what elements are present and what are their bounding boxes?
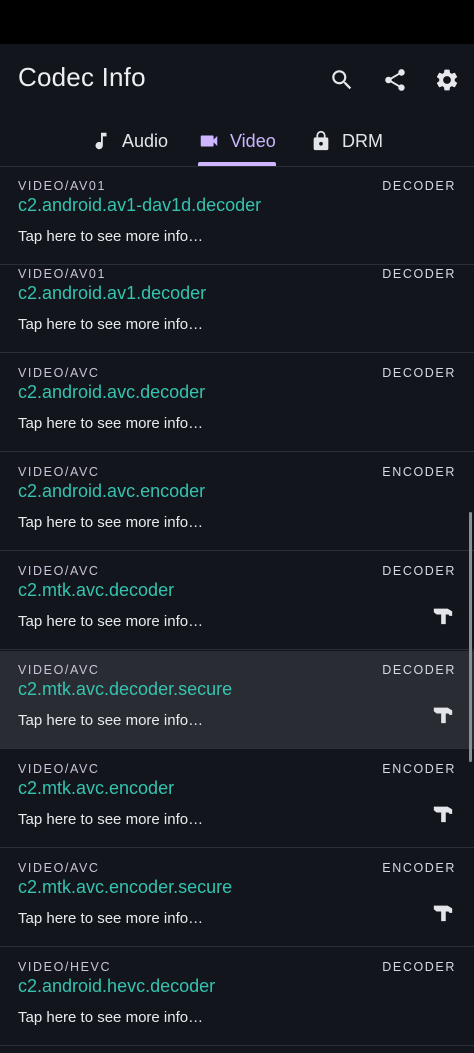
codec-kind: DECODER [382,564,456,578]
codec-name: c2.mtk.avc.decoder.secure [18,679,233,699]
codec-mime-type: VIDEO/AVC [18,564,100,578]
app-bar: Codec Info [0,44,474,116]
share-icon [385,69,405,91]
codec-name: c2.android.av1.decoder [18,283,207,303]
search-icon [332,70,352,90]
gear-icon [436,69,458,91]
tab-video[interactable]: Video [198,116,276,166]
codec-more-info-hint: Tap here to see more info… [18,415,204,432]
codec-mime-type: VIDEO/AVC [18,465,100,479]
tab-drm[interactable]: DRM [310,116,383,166]
status-bar [0,0,474,44]
codec-name: c2.android.av1-dav1d.decoder [18,195,262,215]
codec-list-item[interactable]: VIDEO/AVC ENCODER c2.android.avc.encoder… [0,453,474,551]
codec-type-tabs: Audio Video DRM [0,116,474,167]
codec-more-info-hint: Tap here to see more info… [18,613,204,630]
codec-mime-type: VIDEO/AVC [18,861,100,875]
codec-mime-type: VIDEO/HEVC [18,960,112,974]
codec-kind: DECODER [382,663,456,677]
codec-name: c2.mtk.avc.encoder [18,778,175,798]
codec-list-item[interactable]: VIDEO/HEVC DECODER c2.android.hevc.decod… [0,948,474,1046]
codec-list-item[interactable]: VIDEO/AV01 DECODER c2.android.av1.decode… [0,255,474,353]
codec-mime-type: VIDEO/AVC [18,663,100,677]
video-camera-icon [200,135,218,147]
codec-more-info-hint: Tap here to see more info… [18,712,204,729]
settings-button[interactable] [431,64,463,96]
scrollbar-thumb[interactable] [469,512,472,762]
codec-kind: ENCODER [382,465,456,479]
codec-mime-type: VIDEO/AVC [18,762,100,776]
selected-tab-indicator [198,162,276,166]
tab-audio-label: Audio [122,130,169,151]
codec-name: c2.android.hevc.decoder [18,976,216,996]
hardware-acceleration-icon [432,802,454,824]
share-button[interactable] [379,64,411,96]
codec-list-item[interactable]: VIDEO/AVC ENCODER c2.mtk.avc.encoder.sec… [0,849,474,947]
codec-more-info-hint: Tap here to see more info… [18,228,204,245]
codec-name: c2.android.avc.decoder [18,382,206,402]
music-note-icon [95,132,107,150]
codec-name: c2.android.avc.encoder [18,481,206,501]
codec-kind: ENCODER [382,762,456,776]
codec-kind: DECODER [382,179,456,193]
codec-more-info-hint: Tap here to see more info… [18,910,204,927]
codec-kind: DECODER [382,960,456,974]
codec-kind: DECODER [382,267,456,281]
lock-icon [313,130,329,151]
codec-mime-type: VIDEO/AV01 [18,179,107,193]
tab-drm-label: DRM [342,130,383,151]
codec-more-info-hint: Tap here to see more info… [18,514,204,531]
hardware-acceleration-icon [432,901,454,923]
app-title: Codec Info [18,62,146,92]
codec-list[interactable]: VIDEO/AV01 DECODER c2.android.av1-dav1d.… [0,167,474,1053]
codec-list-item[interactable]: VIDEO/AV01 DECODER c2.android.av1-dav1d.… [0,167,474,265]
codec-more-info-hint: Tap here to see more info… [18,811,204,828]
codec-list-item[interactable]: VIDEO/AVC DECODER c2.android.avc.decoder… [0,354,474,452]
codec-more-info-hint: Tap here to see more info… [18,316,204,333]
hardware-acceleration-icon [432,604,454,626]
codec-more-info-hint: Tap here to see more info… [18,1009,204,1026]
search-button[interactable] [326,64,358,96]
hardware-acceleration-icon [432,703,454,725]
codec-mime-type: VIDEO/AVC [18,366,100,380]
codec-name: c2.mtk.avc.encoder.secure [18,877,233,897]
codec-kind: DECODER [382,366,456,380]
codec-name: c2.mtk.avc.decoder [18,580,175,600]
tab-video-label: Video [230,130,276,151]
codec-list-item[interactable]: VIDEO/AVC DECODER c2.mtk.avc.decoder.sec… [0,651,474,749]
codec-kind: ENCODER [382,861,456,875]
tab-audio[interactable]: Audio [90,116,168,166]
codec-list-item[interactable]: VIDEO/AVC DECODER c2.mtk.avc.decoder Tap… [0,552,474,650]
codec-list-item[interactable]: VIDEO/AVC ENCODER c2.mtk.avc.encoder Tap… [0,750,474,848]
codec-mime-type: VIDEO/AV01 [18,267,107,281]
